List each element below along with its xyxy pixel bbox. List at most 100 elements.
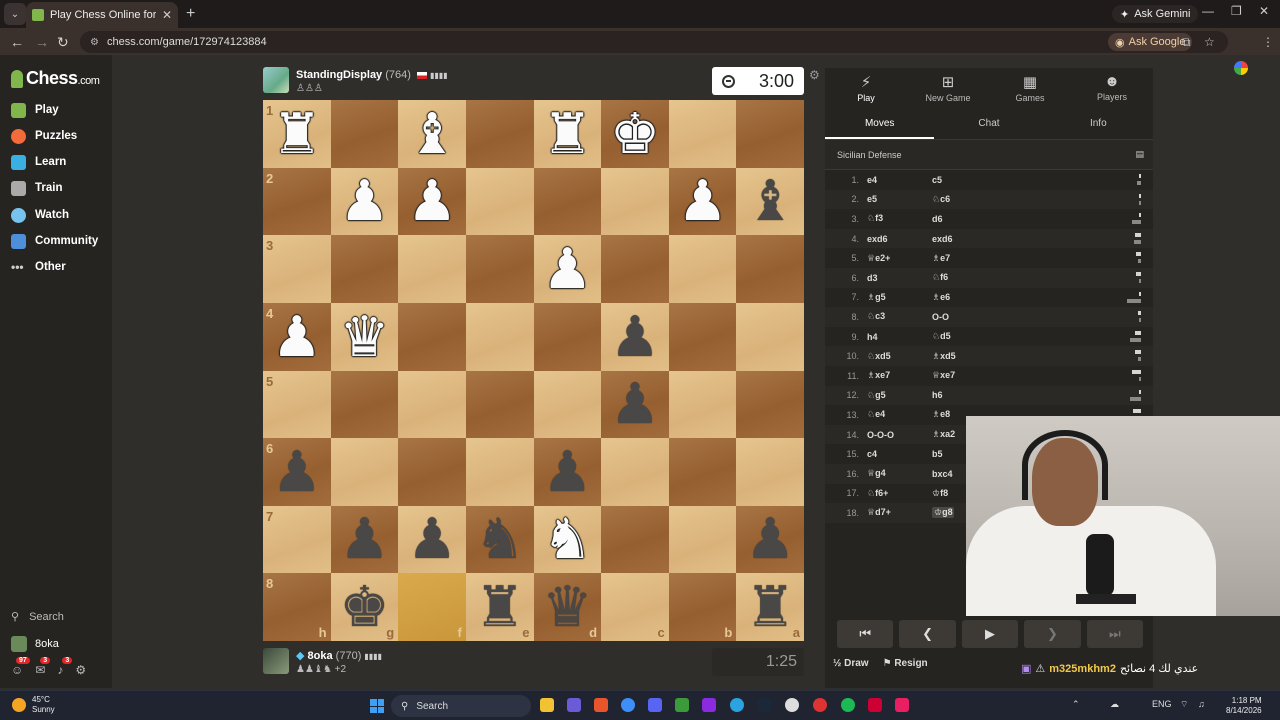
tiktok-icon[interactable] [895, 698, 909, 712]
board-square[interactable]: ♟ [601, 370, 669, 439]
board-square[interactable] [465, 438, 534, 506]
weather-widget[interactable]: 45°C Sunny [12, 695, 55, 715]
black-move[interactable]: h6 [932, 390, 997, 400]
steam-icon[interactable] [757, 698, 771, 712]
black-move[interactable]: ♘f6 [932, 272, 997, 283]
white-pawn-icon[interactable]: ♟ [339, 171, 389, 235]
board-square[interactable] [533, 302, 602, 371]
black-move[interactable]: ♗e7 [932, 253, 997, 264]
subtab-info[interactable]: Info [1044, 107, 1153, 139]
black-pawn-icon[interactable]: ♟ [542, 441, 592, 506]
new-tab-icon[interactable]: + [186, 5, 195, 23]
board-square[interactable]: ♟ [601, 302, 669, 371]
white-move[interactable]: ♕d7+ [867, 507, 932, 518]
white-rook-icon[interactable]: ♜ [542, 103, 592, 168]
telegram-icon[interactable] [730, 698, 744, 712]
draw-button[interactable]: ½ Draw [833, 658, 869, 669]
white-move[interactable]: c4 [867, 449, 932, 459]
board-square[interactable] [668, 302, 737, 371]
board-square[interactable]: ♟ [330, 167, 399, 236]
black-pawn-icon[interactable]: ♟ [272, 441, 322, 506]
board-square[interactable] [398, 438, 466, 506]
board-square[interactable]: ♟ [668, 167, 737, 236]
white-move[interactable]: ♘f6+ [867, 488, 932, 499]
volume-icon[interactable]: ♫ [1198, 699, 1205, 709]
white-king-icon[interactable]: ♚ [610, 103, 660, 168]
white-bishop-icon[interactable]: ♝ [407, 103, 457, 168]
taskbar-clock[interactable]: 1:18 PM 8/14/2026 [1226, 696, 1262, 716]
nav-train[interactable]: Train [11, 178, 62, 198]
board-square[interactable] [601, 167, 669, 236]
board-square[interactable] [736, 235, 804, 303]
white-move[interactable]: O-O-O [867, 430, 932, 440]
board-square[interactable]: 3 [263, 235, 331, 303]
nav-community[interactable]: Community [11, 231, 98, 251]
board-square[interactable]: ♞ [533, 505, 602, 574]
play-moves-button[interactable]: ▶ [961, 620, 1019, 648]
bookmark-star-icon[interactable]: ☆ [1204, 35, 1215, 49]
black-move[interactable]: d6 [932, 214, 997, 224]
app-icon[interactable] [567, 698, 581, 712]
board-square[interactable]: d ♛ [533, 573, 602, 641]
wifi-icon[interactable]: ⌔ [1180, 699, 1188, 710]
board-square[interactable] [668, 235, 737, 303]
black-move[interactable]: ♗e6 [932, 292, 997, 303]
black-move[interactable]: ♘c6 [932, 194, 997, 205]
subtab-moves[interactable]: Moves [825, 107, 934, 139]
taskbar-search[interactable]: ⚲ Search [391, 695, 531, 717]
board-square[interactable]: a ♜ [736, 573, 804, 641]
black-pawn-icon[interactable]: ♟ [407, 509, 457, 573]
white-move[interactable]: ♘c3 [867, 311, 932, 322]
black-pawn-icon[interactable]: ♟ [610, 374, 660, 438]
black-pawn-icon[interactable]: ♟ [745, 509, 795, 573]
minimize-icon[interactable]: — [1202, 4, 1214, 18]
white-knight-icon[interactable]: ♞ [542, 509, 592, 573]
board-square[interactable] [330, 438, 399, 506]
friends-icon[interactable]: ☺ 97 [11, 657, 30, 677]
white-move[interactable]: e4 [867, 175, 932, 185]
avatar[interactable] [263, 648, 289, 674]
board-square[interactable] [736, 302, 804, 371]
messages-icon[interactable]: ✉ 3 [35, 657, 51, 677]
board-square[interactable] [668, 100, 737, 168]
board-square[interactable]: 1 ♜ [263, 100, 331, 168]
file-explorer-icon[interactable] [540, 698, 554, 712]
nav-play[interactable]: Play [11, 100, 59, 120]
black-rook-icon[interactable]: ♜ [745, 577, 795, 641]
tab-players[interactable]: ☻ Players [1071, 68, 1153, 107]
close-tab-icon[interactable]: ✕ [162, 8, 172, 22]
tab-play[interactable]: ⚡ Play [825, 68, 907, 107]
sidebar-search[interactable]: ⚲ Search [11, 610, 64, 624]
maximize-icon[interactable]: ❐ [1231, 4, 1242, 18]
reload-icon[interactable]: ↻ [57, 34, 69, 51]
black-bishop-icon[interactable]: ♝ [745, 171, 795, 235]
board-square[interactable] [601, 505, 669, 574]
white-queen-icon[interactable]: ♛ [339, 306, 389, 371]
board-square[interactable] [465, 167, 534, 236]
white-move[interactable]: ♘f3 [867, 213, 932, 224]
white-move[interactable]: ♘xd5 [867, 351, 932, 362]
black-queen-icon[interactable]: ♛ [542, 577, 592, 641]
white-move[interactable]: ♗g5 [867, 292, 932, 303]
white-move[interactable]: h4 [867, 332, 932, 342]
board-square[interactable]: 5 [263, 370, 331, 439]
board-square[interactable]: ♝ [736, 167, 804, 236]
chrome-icon[interactable] [621, 698, 635, 712]
board-square[interactable]: 8h [263, 573, 331, 641]
board-square[interactable] [601, 438, 669, 506]
board-square[interactable] [330, 370, 399, 439]
board-square[interactable] [736, 370, 804, 439]
nav-puzzles[interactable]: Puzzles [11, 126, 77, 146]
back-icon[interactable]: ← [10, 34, 24, 50]
tab-games[interactable]: ▦ Games [989, 68, 1071, 107]
board-square[interactable]: 6 ♟ [263, 438, 331, 506]
sidebar-user[interactable]: 8oka [11, 636, 59, 652]
black-move[interactable]: ♗xd5 [932, 351, 997, 362]
nav-other[interactable]: ••• Other [11, 257, 66, 277]
board-square[interactable]: ♟ [533, 235, 602, 303]
keyboard-lang[interactable]: ENG [1152, 699, 1172, 709]
browser-menu-icon[interactable]: ⋮ [1262, 35, 1274, 49]
white-pawn-icon[interactable]: ♟ [542, 238, 592, 303]
last-move-button[interactable]: ⏭ [1086, 620, 1144, 648]
brave-icon[interactable] [594, 698, 608, 712]
